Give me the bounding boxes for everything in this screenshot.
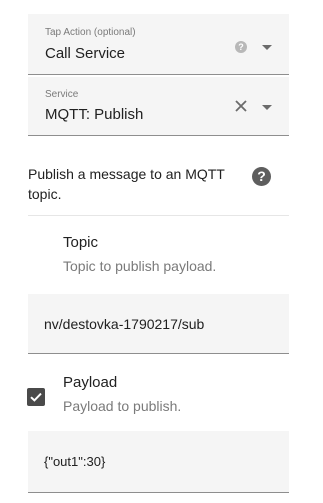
close-icon[interactable] xyxy=(233,98,249,114)
tap-action-select[interactable]: Tap Action (optional) Call Service ? xyxy=(28,14,289,75)
section-divider xyxy=(28,215,289,216)
topic-input[interactable] xyxy=(44,294,274,353)
service-value: MQTT: Publish xyxy=(45,106,144,123)
chevron-down-icon[interactable] xyxy=(262,45,272,50)
service-label: Service xyxy=(45,89,79,100)
topic-description: Topic to publish payload. xyxy=(63,258,217,274)
payload-input[interactable] xyxy=(44,431,274,492)
service-call-editor: Tap Action (optional) Call Service ? Ser… xyxy=(0,0,323,503)
payload-title: Payload xyxy=(63,374,118,391)
help-circle-icon[interactable]: ? xyxy=(235,41,247,53)
chevron-down-icon[interactable] xyxy=(262,105,272,110)
help-circle-icon[interactable]: ? xyxy=(252,167,271,186)
tap-action-label: Tap Action (optional) xyxy=(45,27,136,38)
payload-description: Payload to publish. xyxy=(63,398,182,414)
payload-field[interactable] xyxy=(28,431,289,493)
service-description: Publish a message to an MQTT topic. xyxy=(28,166,225,202)
payload-checkbox[interactable] xyxy=(27,388,45,406)
service-select[interactable]: Service MQTT: Publish xyxy=(28,77,289,136)
topic-field[interactable] xyxy=(28,294,289,354)
check-icon xyxy=(30,392,42,402)
tap-action-value: Call Service xyxy=(45,45,126,62)
topic-title: Topic xyxy=(63,234,99,251)
